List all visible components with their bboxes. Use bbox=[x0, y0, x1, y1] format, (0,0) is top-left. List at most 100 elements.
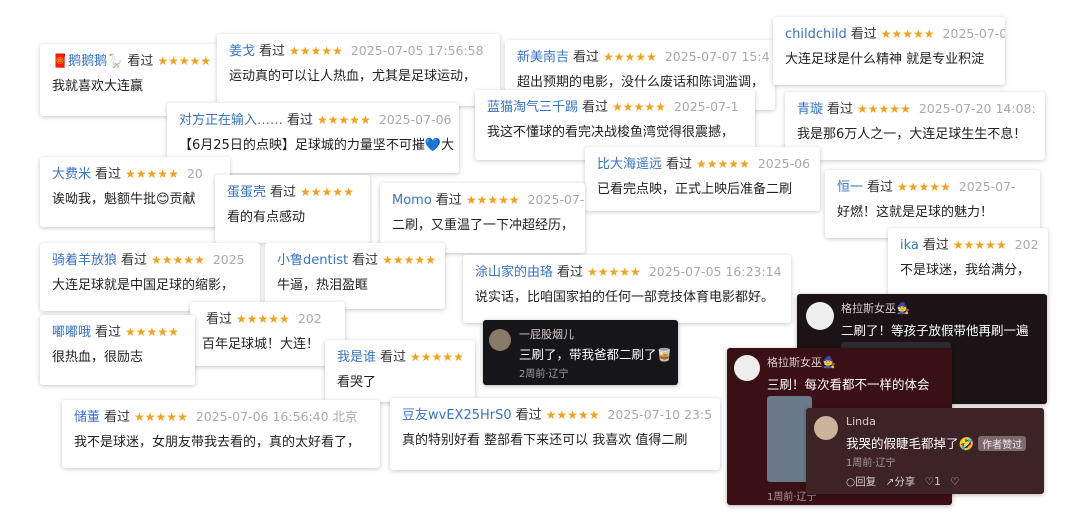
review-text: 很热血，很励志 bbox=[52, 350, 144, 365]
reviewer-name[interactable]: 新美南吉 bbox=[517, 50, 569, 65]
commenter-name: 一屁股烟儿 bbox=[519, 328, 574, 341]
star-rating: ★★★★★ bbox=[410, 350, 464, 364]
reviewer-name[interactable]: 嘟嘟哦 bbox=[52, 325, 91, 340]
star-rating: ★★★★★ bbox=[134, 410, 188, 424]
comment-text: 三刷！每次看都不一样的体会 bbox=[767, 377, 930, 392]
reviewer-name[interactable]: childchild bbox=[785, 27, 847, 42]
like-icon[interactable]: ♡ bbox=[925, 476, 934, 488]
seen-label: 看过 bbox=[557, 265, 584, 280]
share-icon[interactable]: ↗ bbox=[886, 476, 895, 488]
reviewer-name[interactable]: 比大海遥远 bbox=[597, 157, 662, 172]
review-text: 看的有点感动 bbox=[227, 210, 306, 225]
seen-label: 看过 bbox=[206, 312, 233, 327]
star-rating: ★★★★★ bbox=[300, 185, 354, 199]
seen-label: 看过 bbox=[127, 54, 154, 69]
seen-label: 看过 bbox=[259, 44, 286, 59]
review-date: 2025-07-05 17:56:58 bbox=[350, 43, 484, 58]
reviewer-name[interactable]: 涂山家的由珞 bbox=[475, 265, 553, 280]
review-text: 【6月25日的点映】足球城的力量坚不可摧💙大 bbox=[179, 138, 454, 153]
review-text: 好燃！这就是足球的魅力！ bbox=[837, 205, 994, 220]
dislike-icon[interactable]: ♡ bbox=[950, 476, 959, 488]
seen-label: 看过 bbox=[850, 27, 877, 42]
review-date: 2025-06 bbox=[757, 156, 811, 171]
review-date: 202 bbox=[1014, 237, 1039, 252]
star-rating: ★★★★★ bbox=[317, 113, 371, 127]
avatar bbox=[489, 329, 511, 351]
avatar bbox=[734, 355, 760, 381]
commenter-name: 格拉斯女巫🧙 bbox=[767, 356, 836, 369]
review-date: 2025-07- bbox=[958, 179, 1016, 194]
review-date: 2025-07-10 23:5 bbox=[607, 407, 713, 422]
seen-label: 看过 bbox=[827, 102, 854, 117]
review-card: 我是谁 看过 ★★★★★ 看哭了 bbox=[325, 340, 475, 402]
reviewer-name[interactable]: 青璇 bbox=[797, 102, 823, 117]
reviewer-name[interactable]: 豆友wvEX25HrS0 bbox=[402, 408, 512, 423]
review-date: 2025-07-07 15:4 bbox=[664, 49, 770, 64]
review-card: 看过 ★★★★★ 202 百年足球城！大连！ bbox=[190, 302, 345, 366]
review-date: 2025-07-06 16:56:40 北京 bbox=[195, 409, 358, 424]
review-date: 202 bbox=[297, 311, 322, 326]
review-date: 2025-07-05 16:23:14 bbox=[648, 264, 782, 279]
star-rating: ★★★★★ bbox=[465, 193, 520, 207]
seen-label: 看过 bbox=[287, 113, 314, 128]
seen-label: 看过 bbox=[380, 350, 407, 365]
comment-actions: ○回复 ↗分享 ♡1 ♡ bbox=[846, 474, 960, 489]
like-count: 1 bbox=[934, 476, 941, 488]
reviewer-name[interactable]: 骑着羊放狼 bbox=[52, 253, 117, 268]
review-card: 嘟嘟哦 看过 ★★★★★ 很热血，很励志 bbox=[40, 315, 195, 385]
review-text: 大连足球就是中国足球的缩影， bbox=[52, 278, 235, 293]
reply-icon[interactable]: ○ bbox=[846, 476, 855, 488]
reviewer-name[interactable]: 姜戈 bbox=[229, 44, 255, 59]
star-rating: ★★★★★ bbox=[125, 167, 179, 181]
avatar bbox=[814, 416, 838, 440]
star-rating: ★★★★★ bbox=[151, 253, 205, 267]
seen-label: 看过 bbox=[435, 193, 462, 208]
reviewer-name[interactable]: ika bbox=[900, 238, 919, 253]
share-button[interactable]: 分享 bbox=[894, 476, 915, 488]
review-text: 已看完点映，正式上映后准备二刷 bbox=[597, 182, 793, 197]
reviewer-name[interactable]: 大费米 bbox=[52, 167, 91, 182]
review-card: 涂山家的由珞 看过 ★★★★★ 2025-07-05 16:23:14 说实话，比咱国… bbox=[463, 255, 791, 323]
review-text: 诶呦我，魁额牛批😊贡献 bbox=[52, 192, 196, 207]
reply-button[interactable]: 回复 bbox=[855, 476, 876, 488]
review-text: 真的特别好看 整部看下来还可以 我喜欢 值得二刷 bbox=[402, 433, 688, 448]
comment-text: 三刷了，带我爸都二刷了🥃 bbox=[519, 347, 673, 362]
review-text: 看哭了 bbox=[337, 375, 377, 390]
comment-text: 我哭的假睫毛都掉了🤣 作者赞过 bbox=[846, 433, 1027, 452]
review-card: 青璇 看过 ★★★★★ 2025-07-20 14:08: 我是那6万人之一，大连足球… bbox=[785, 92, 1045, 160]
review-card: 比大海遥远 看过 ★★★★★ 2025-06 已看完点映，正式上映后准备二刷 bbox=[585, 147, 820, 211]
reviewer-name[interactable]: 储董 bbox=[74, 410, 100, 425]
reviewer-name[interactable]: 对方正在输入…… bbox=[179, 113, 283, 128]
star-rating: ★★★★★ bbox=[880, 27, 935, 41]
seen-label: 看过 bbox=[582, 100, 609, 115]
reviewer-name[interactable]: 蛋蛋壳 bbox=[227, 185, 266, 200]
reply-text: 我哭的假睫毛都掉了🤣 bbox=[846, 436, 975, 451]
reviewer-name[interactable]: 蓝猫淘气三千踢 bbox=[487, 100, 578, 115]
review-date: 2025-07-1 bbox=[673, 99, 739, 114]
comment-meta: 2周前·辽宁 bbox=[519, 369, 569, 380]
reviewer-name[interactable]: 恒一 bbox=[837, 180, 863, 195]
review-text: 我不是球迷，女朋友带我去看的，真的太好看了， bbox=[74, 435, 361, 450]
seen-label: 看过 bbox=[666, 157, 693, 172]
review-text: 运动真的可以让人热血，尤其是足球运动， bbox=[229, 69, 477, 84]
review-card: 储董 看过 ★★★★★ 2025-07-06 16:56:40 北京 我不是球迷，女朋… bbox=[62, 400, 380, 468]
dark-comment-card: 一屁股烟儿 三刷了，带我爸都二刷了🥃 2周前·辽宁 bbox=[483, 320, 678, 385]
review-card: 蛋蛋壳 看过 ★★★★★ 看的有点感动 bbox=[215, 175, 370, 243]
star-rating: ★★★★★ bbox=[897, 180, 951, 194]
star-rating: ★★★★★ bbox=[382, 253, 436, 267]
seen-label: 看过 bbox=[867, 180, 894, 195]
reply-comment-card: Linda 我哭的假睫毛都掉了🤣 作者赞过 1周前·辽宁 ○回复 ↗分享 ♡1 ♡ bbox=[806, 408, 1044, 494]
reviewer-name[interactable]: 小鲁dentist bbox=[277, 253, 348, 268]
review-card: 小鲁dentist 看过 ★★★★★ 牛逼，热泪盈眶 bbox=[265, 243, 445, 309]
avatar bbox=[806, 302, 834, 330]
seen-label: 看过 bbox=[121, 253, 148, 268]
review-text: 说实话，比咱国家拍的任何一部竞技体育电影都好。 bbox=[475, 290, 775, 305]
comment-text: 二刷了！等孩子放假带他再刷一遍 bbox=[841, 323, 1029, 338]
reviewer-name[interactable]: 我是谁 bbox=[337, 350, 376, 365]
seen-label: 看过 bbox=[515, 408, 542, 423]
reviewer-name[interactable]: Momo bbox=[392, 193, 432, 208]
seen-label: 看过 bbox=[104, 410, 131, 425]
comment-meta: 1周前·辽宁 bbox=[846, 458, 896, 469]
reviewer-name[interactable]: 🧧鹅鹅鹅🪿 bbox=[52, 54, 123, 69]
seen-label: 看过 bbox=[352, 253, 379, 268]
